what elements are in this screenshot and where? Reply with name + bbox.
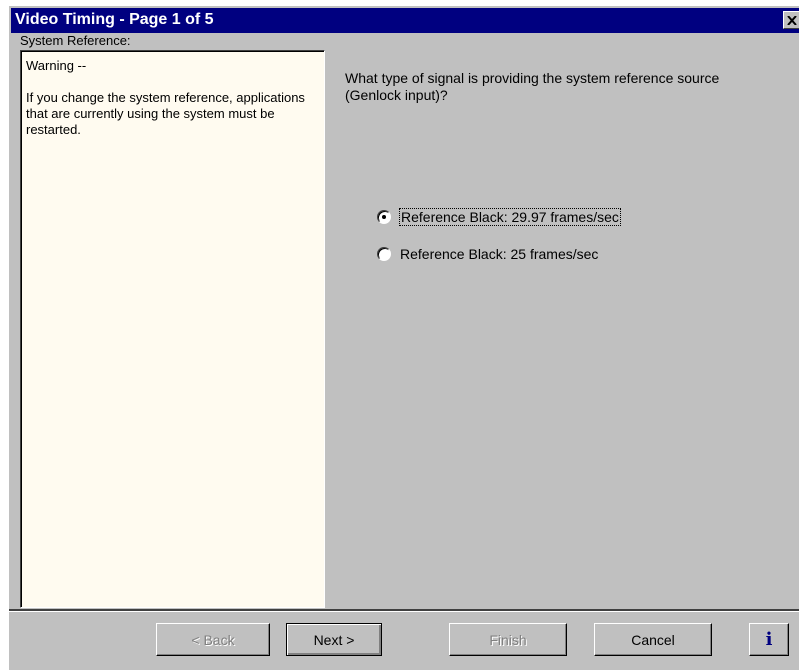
footer-divider bbox=[9, 609, 799, 612]
radio-option-label: Reference Black: 29.97 frames/sec bbox=[399, 208, 621, 226]
radio-option-2997[interactable]: Reference Black: 29.97 frames/sec bbox=[377, 208, 621, 226]
cancel-button[interactable]: Cancel bbox=[594, 623, 712, 656]
next-button[interactable]: Next > bbox=[286, 623, 382, 656]
info-button[interactable]: i bbox=[749, 623, 789, 656]
window-title: Video Timing - Page 1 of 5 bbox=[15, 11, 214, 28]
radio-option-25[interactable]: Reference Black: 25 frames/sec bbox=[377, 246, 598, 262]
back-button-label: < Back bbox=[191, 631, 235, 648]
cancel-button-label: Cancel bbox=[631, 631, 675, 648]
finish-button[interactable]: Finish bbox=[449, 623, 567, 656]
close-icon bbox=[787, 15, 797, 25]
finish-button-label: Finish bbox=[489, 631, 527, 648]
radio-button-selected[interactable] bbox=[377, 210, 391, 224]
title-bar[interactable]: Video Timing - Page 1 of 5 bbox=[11, 8, 799, 33]
question-text: What type of signal is providing the sys… bbox=[345, 70, 720, 103]
warning-heading: Warning -- bbox=[26, 58, 87, 73]
radio-button[interactable] bbox=[377, 247, 391, 261]
dialog-window: Video Timing - Page 1 of 5 System Refere… bbox=[8, 5, 799, 670]
warning-panel: Warning -- If you change the system refe… bbox=[20, 50, 325, 608]
section-label: System Reference: bbox=[20, 33, 131, 48]
info-icon: i bbox=[765, 629, 773, 650]
back-button[interactable]: < Back bbox=[156, 623, 270, 656]
warning-body: If you change the system reference, appl… bbox=[26, 90, 305, 137]
close-button[interactable] bbox=[783, 11, 799, 29]
radio-option-label: Reference Black: 25 frames/sec bbox=[400, 246, 599, 262]
next-button-label: Next > bbox=[313, 631, 355, 648]
